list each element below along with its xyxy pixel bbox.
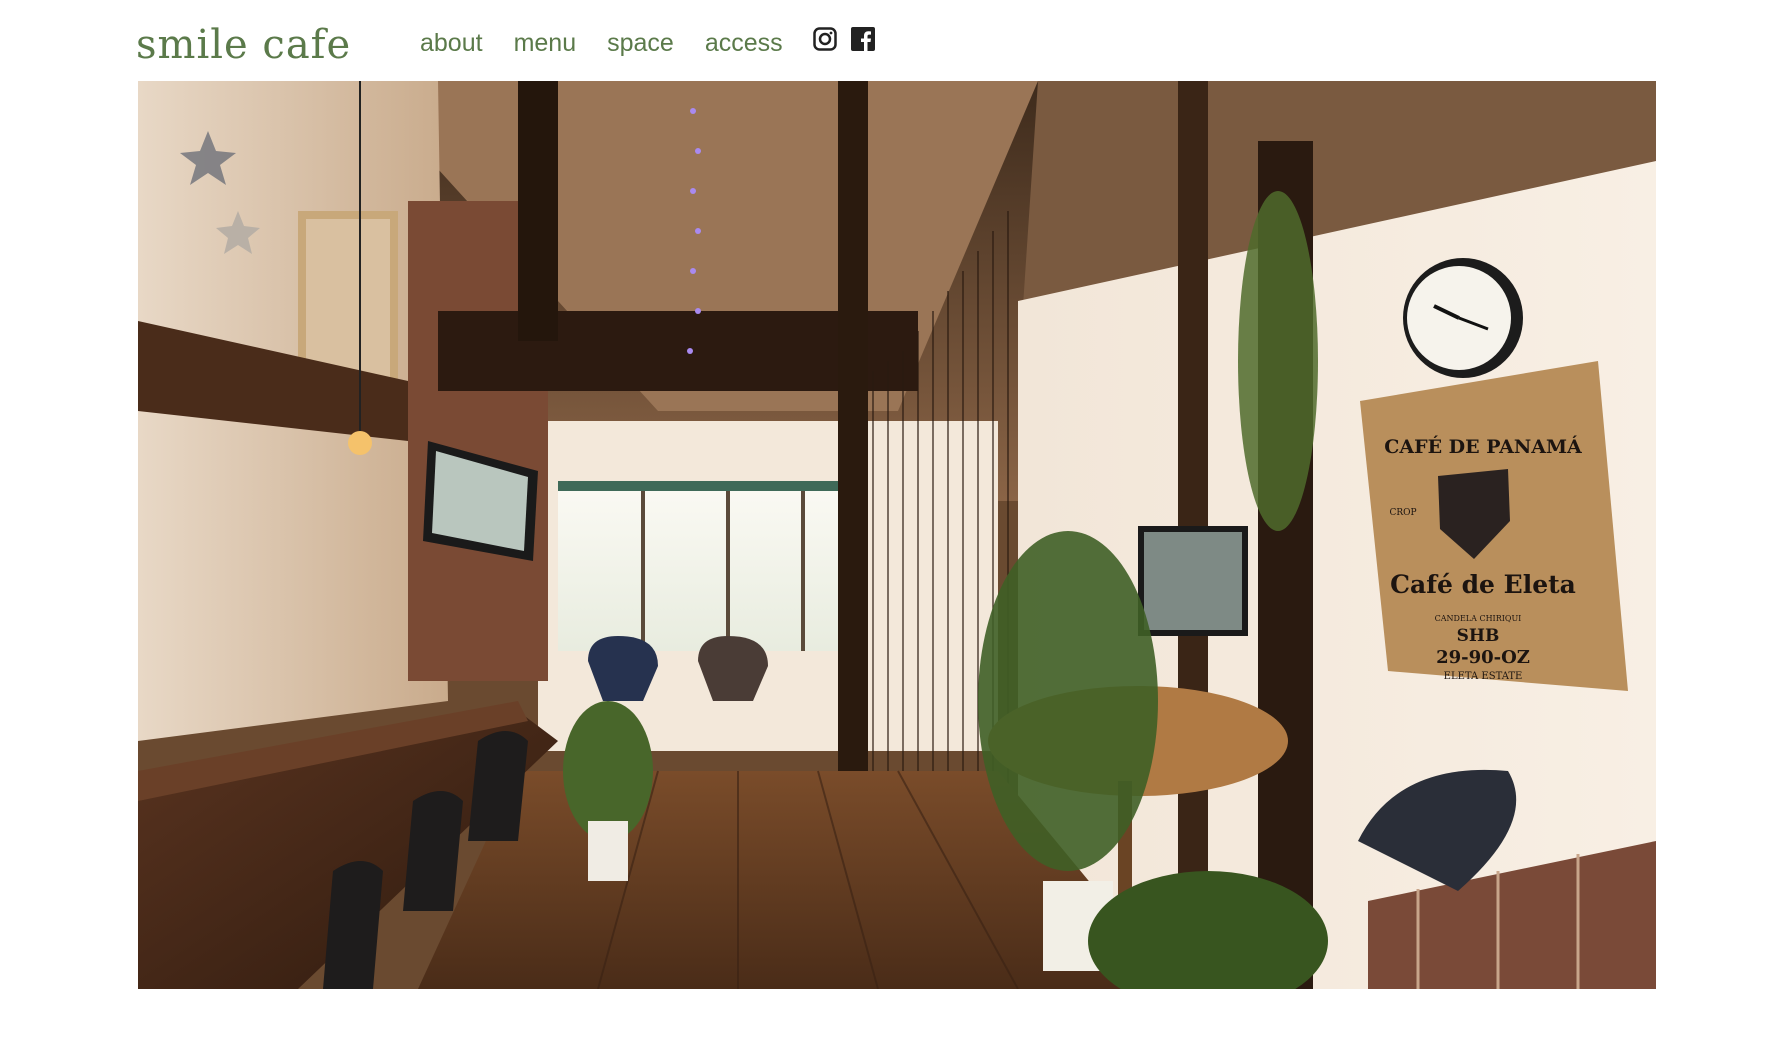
nav-link-about[interactable]: about (420, 26, 483, 60)
site-header: smile cafe about menu space access (0, 0, 1788, 80)
sack-subtitle: Café de Eleta (1390, 570, 1576, 599)
social-links (812, 26, 889, 60)
nav-link-menu[interactable]: menu (514, 26, 577, 60)
sack-shb: SHB (1457, 626, 1500, 646)
sack-crop: CROP (1389, 508, 1416, 518)
hero-photo: CAFÉ DE PANAMÁ CROP Café de Eleta CANDEL… (138, 81, 1656, 989)
sack-title: CAFÉ DE PANAMÁ (1384, 435, 1582, 458)
site-logo[interactable]: smile cafe (136, 22, 351, 68)
cafe-interior-photo: CAFÉ DE PANAMÁ CROP Café de Eleta CANDEL… (138, 81, 1656, 989)
sack-small: CANDELA CHIRIQUI (1435, 614, 1522, 623)
facebook-link[interactable] (850, 26, 875, 60)
sack-estate: ELETA ESTATE (1444, 671, 1523, 682)
main-nav: about menu space access (420, 26, 889, 60)
facebook-icon (850, 26, 875, 60)
nav-link-access[interactable]: access (705, 26, 783, 60)
instagram-icon (812, 26, 837, 60)
instagram-link[interactable] (812, 26, 837, 60)
sack-code: 29-90-OZ (1436, 647, 1530, 668)
nav-link-space[interactable]: space (607, 26, 674, 60)
